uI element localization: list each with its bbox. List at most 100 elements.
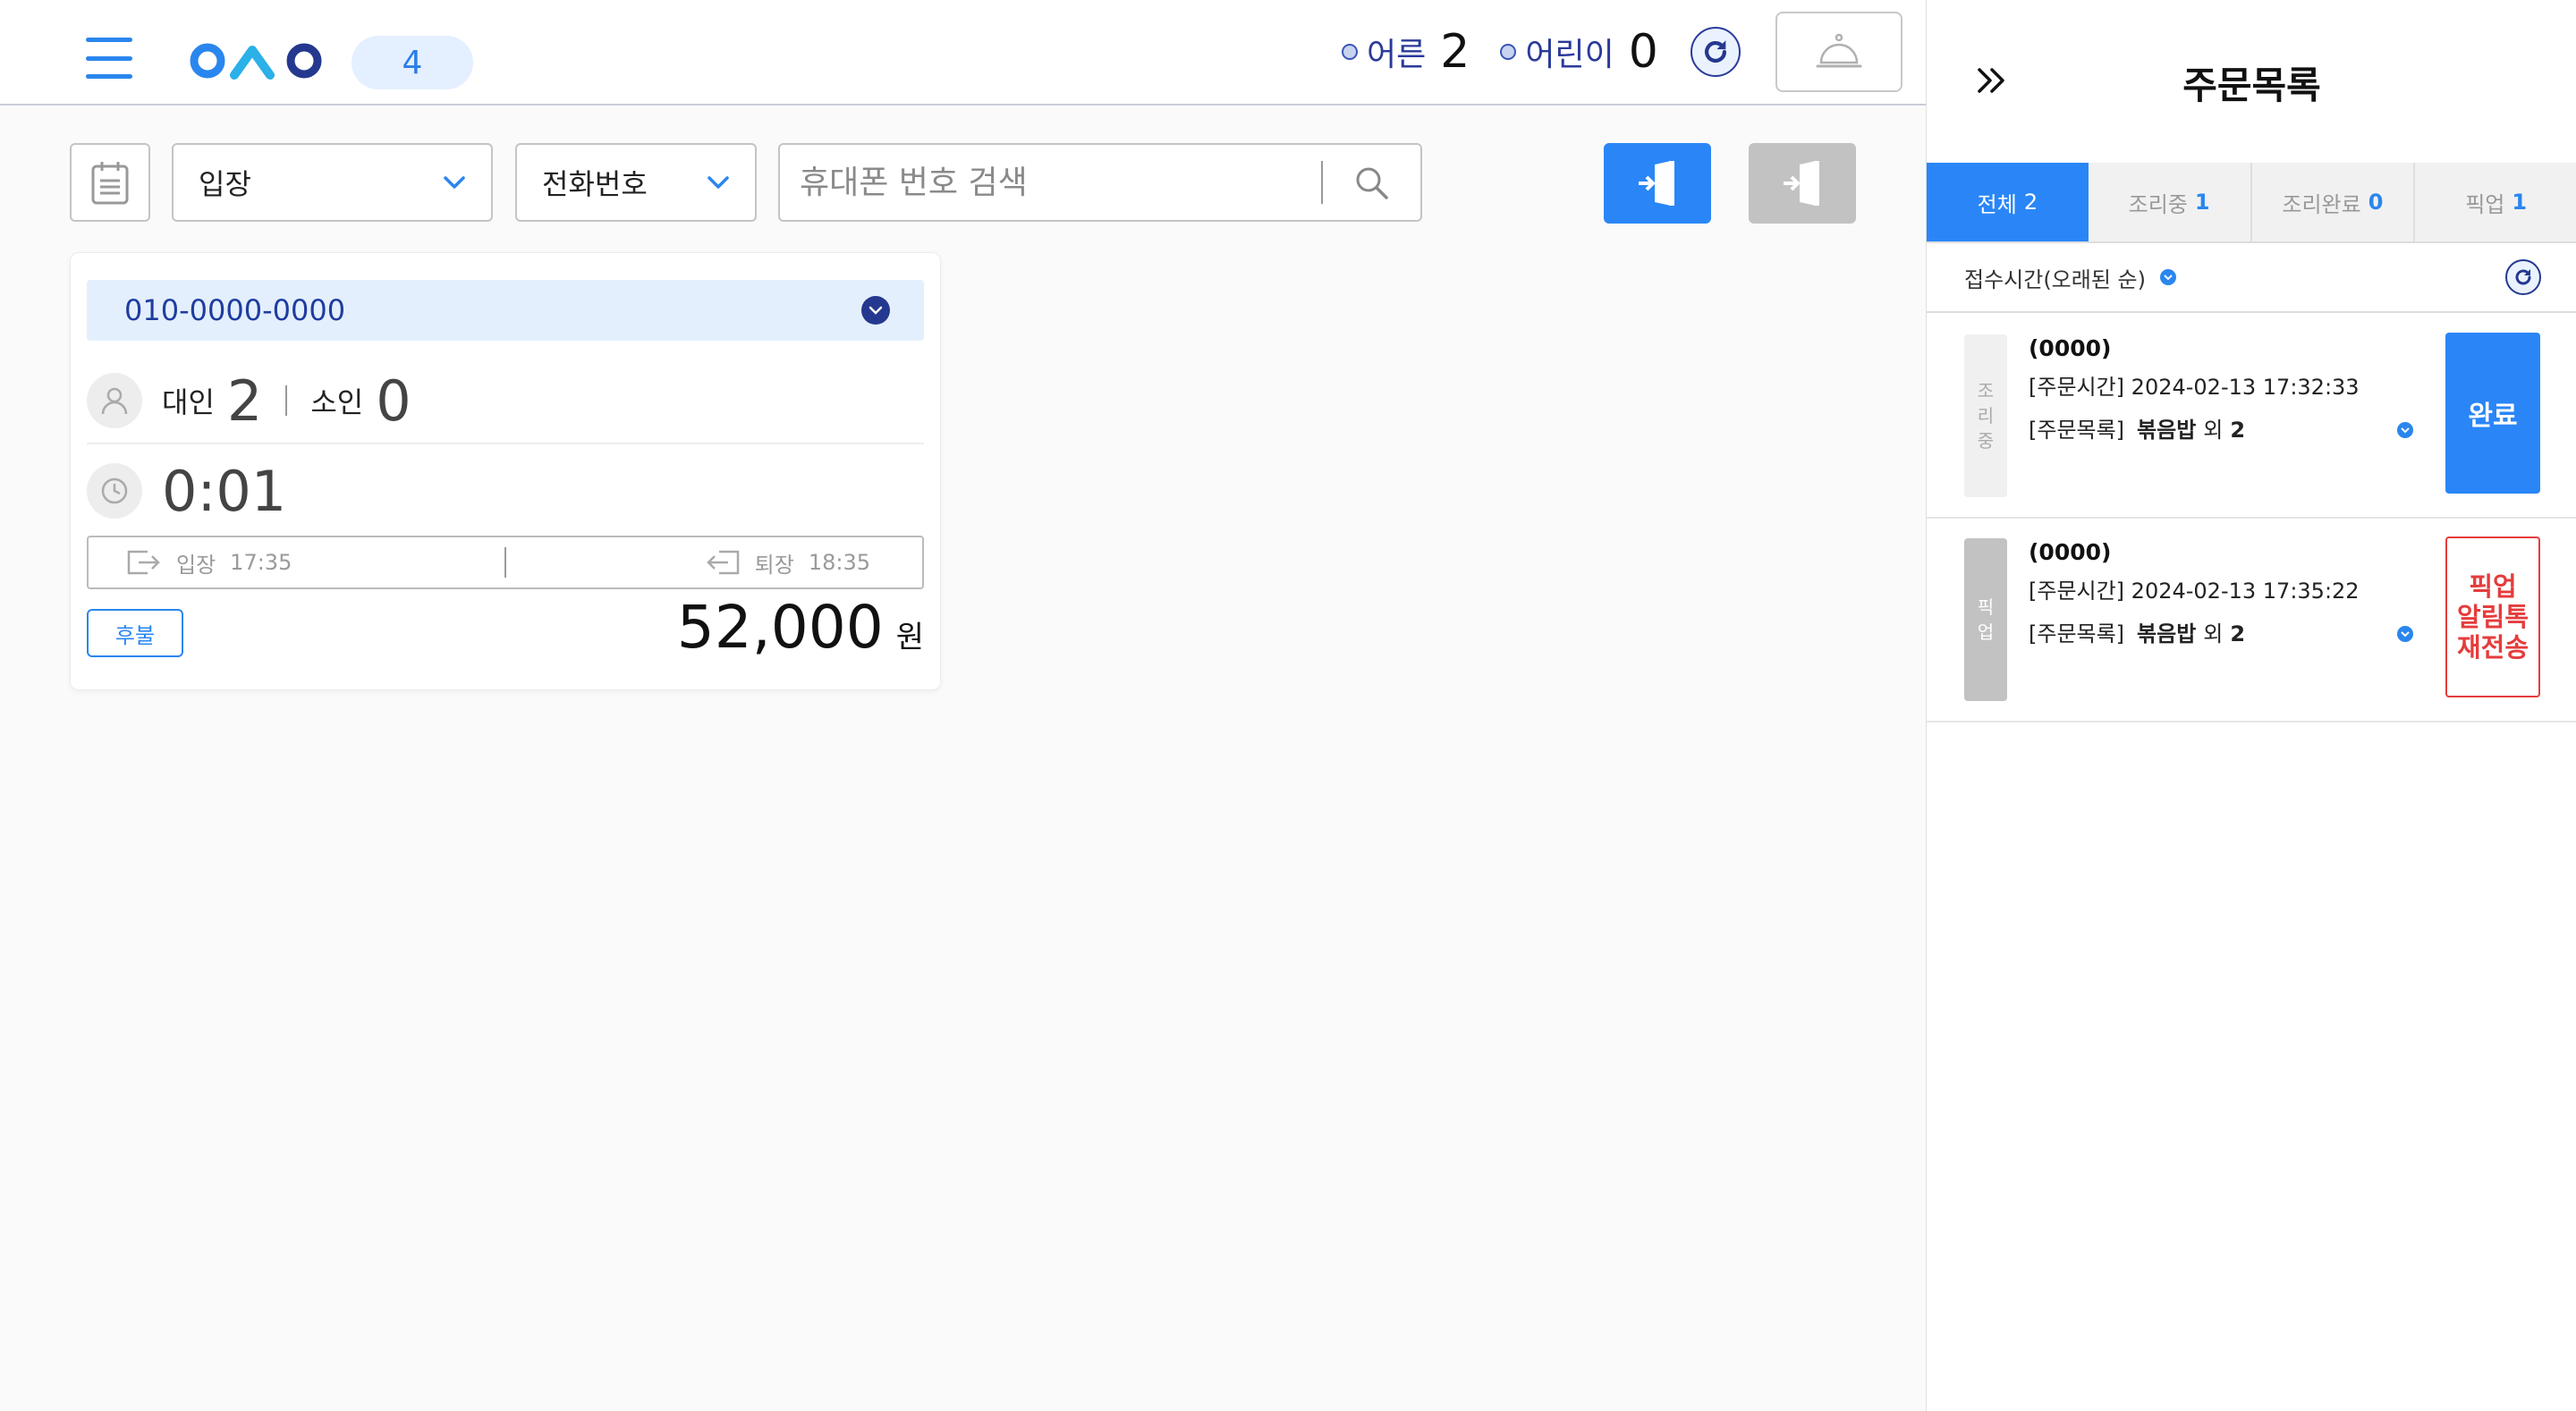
status-char: 중 <box>1977 430 1995 452</box>
tab-pickup[interactable]: 픽업 1 <box>2415 163 2576 241</box>
menu-count: 2 <box>2230 621 2246 646</box>
resend-line: 재전송 <box>2456 632 2529 663</box>
refresh-icon <box>1704 40 1727 63</box>
menu-prefix: [주문목록] <box>2029 418 2125 443</box>
panel-title: 주문목록 <box>2182 63 2321 107</box>
status-char: 조 <box>1977 380 1995 401</box>
search-type-select[interactable]: 전화번호 <box>515 143 757 222</box>
chevron-down-icon <box>2160 269 2176 285</box>
tab-count: 0 <box>2368 190 2384 215</box>
refresh-orders-button[interactable] <box>2505 259 2541 295</box>
visitor-phone: 010-0000-0000 <box>124 293 346 327</box>
tab-count: 1 <box>2512 190 2528 215</box>
menu-count: 2 <box>2230 418 2246 443</box>
adult-count: 2 <box>226 368 263 434</box>
expand-menu-toggle[interactable] <box>2397 626 2413 642</box>
hamburger-icon[interactable] <box>86 38 132 79</box>
complete-button[interactable]: 완료 <box>2445 333 2540 494</box>
menu-prefix: [주문목록] <box>2029 621 2125 646</box>
child-label: 어린이 <box>1525 37 1614 73</box>
headcount-row: 대인 2 소인 0 <box>87 359 924 444</box>
visitor-card-header[interactable]: 010-0000-0000 <box>87 280 924 341</box>
entry-time: 17:35 <box>230 550 292 575</box>
child-dot-icon <box>1500 44 1517 60</box>
sort-select[interactable]: 접수시간(오래된 순) <box>1964 262 2176 293</box>
menu-item: 볶음밥 <box>2137 418 2197 443</box>
call-bell-button[interactable] <box>1775 12 1902 92</box>
tab-cooking[interactable]: 조리중 1 <box>2089 163 2252 241</box>
exit-time-block: 퇴장 18:35 <box>506 537 922 587</box>
tab-cooked[interactable]: 조리완료 0 <box>2252 163 2416 241</box>
menu-item: 볶음밥 <box>2137 621 2197 646</box>
child-label: 소인 <box>310 385 364 419</box>
refresh-button[interactable] <box>1690 27 1741 77</box>
chevron-down-icon <box>708 176 729 189</box>
phone-search-input[interactable] <box>780 156 1321 209</box>
child-count: 0 <box>1628 25 1658 79</box>
order-list-panel: 주문목록 전체 2 조리중 1 조리완료 0 픽업 1 접수시간(오래된 순) 조 리 … <box>1926 0 2576 1411</box>
exit-button[interactable] <box>1749 143 1856 224</box>
resend-line: 알림톡 <box>2456 602 2529 632</box>
expand-toggle[interactable] <box>861 296 890 325</box>
sort-label: 접수시간(오래된 순) <box>1964 266 2146 292</box>
total-amount: 52,000 원 <box>677 593 924 662</box>
phone-search-box <box>778 143 1422 222</box>
child-summary: 어린이 0 <box>1500 25 1658 79</box>
entry-time-block: 입장 17:35 <box>89 537 504 587</box>
order-item: 조 리 중 (0000) [주문시간] 2024-02-13 17:32:33 … <box>1927 315 2576 519</box>
order-item: 픽 업 (0000) [주문시간] 2024-02-13 17:35:22 [주… <box>1927 519 2576 722</box>
deferred-payment-badge[interactable]: 후불 <box>87 609 183 657</box>
tab-count: 2 <box>2023 190 2038 215</box>
divider <box>285 385 288 416</box>
pickup-resend-button[interactable]: 픽업 알림톡 재전송 <box>2445 537 2540 697</box>
tab-label: 조리완료 <box>2282 191 2361 217</box>
tab-count: 1 <box>2194 190 2210 215</box>
search-icon <box>1356 167 1389 199</box>
status-char: 리 <box>1977 405 1995 427</box>
calendar-icon <box>91 162 129 205</box>
adult-summary: 어른 2 <box>1342 25 1470 79</box>
status-char: 업 <box>1977 621 1995 643</box>
exit-icon <box>706 550 739 575</box>
tab-label: 조리중 <box>2128 191 2188 217</box>
door-enter-icon <box>1639 161 1674 206</box>
tab-label: 전체 <box>1977 191 2017 217</box>
tab-all[interactable]: 전체 2 <box>1927 163 2089 241</box>
calendar-button[interactable] <box>70 143 150 222</box>
chevron-down-icon <box>2401 630 2410 637</box>
order-menu-line: [주문목록] 볶음밥 외 2 <box>2029 408 2413 452</box>
adult-label: 어른 <box>1367 37 1427 73</box>
exit-time: 18:35 <box>808 550 870 575</box>
resend-line: 픽업 <box>2469 571 2517 602</box>
status-badge-pickup: 픽 업 <box>1964 538 2007 701</box>
entry-label: 입장 <box>176 552 216 578</box>
elapsed-row: 0:01 <box>87 446 924 536</box>
clock-icon <box>87 463 142 519</box>
chevron-down-icon <box>869 306 883 315</box>
search-button[interactable] <box>1323 143 1420 222</box>
exit-label: 퇴장 <box>754 552 794 578</box>
search-type-value: 전화번호 <box>542 167 648 201</box>
tab-label: 픽업 <box>2465 191 2505 217</box>
adult-count: 2 <box>1440 25 1470 79</box>
entry-icon <box>127 550 160 575</box>
user-icon <box>87 373 142 428</box>
visitor-card[interactable]: 010-0000-0000 대인 2 소인 0 0:01 입장 17:35 퇴장… <box>70 252 941 690</box>
adult-label: 대인 <box>162 385 215 419</box>
refresh-icon <box>2515 269 2531 285</box>
chevron-down-icon <box>2401 427 2410 433</box>
order-filter-tabs: 전체 2 조리중 1 조리완료 0 픽업 1 <box>1927 163 2576 243</box>
brand-logo <box>188 41 336 80</box>
door-exit-icon <box>1784 161 1819 206</box>
status-badge-cooking: 조 리 중 <box>1964 334 2007 497</box>
bell-icon <box>1816 33 1862 68</box>
active-count-badge: 4 <box>352 36 473 89</box>
people-summary: 어른 2 어린이 0 <box>1342 25 1658 79</box>
enter-button[interactable] <box>1604 143 1711 224</box>
entry-exit-times: 입장 17:35 퇴장 18:35 <box>87 536 924 589</box>
adult-dot-icon <box>1342 44 1358 60</box>
child-count: 0 <box>376 368 411 434</box>
expand-menu-toggle[interactable] <box>2397 422 2413 438</box>
elapsed-time: 0:01 <box>162 458 287 524</box>
entry-status-select[interactable]: 입장 <box>172 143 493 222</box>
